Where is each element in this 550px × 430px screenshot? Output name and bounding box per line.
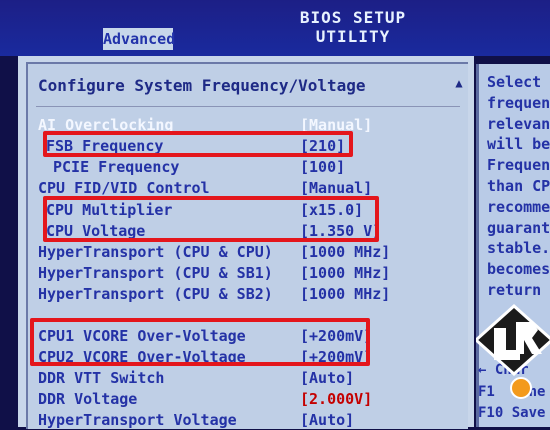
setting-row-hypertransport-cpu-cpu[interactable]: HyperTransport (CPU & CPU) [1000 MHz] [38, 242, 458, 262]
setting-label: DDR VTT Switch [38, 369, 165, 387]
setting-value[interactable]: [2.000V] [300, 389, 372, 409]
help-text: Select th frequency relevant will be a F… [487, 73, 550, 299]
setting-label: HyperTransport Voltage [38, 411, 237, 429]
divider [36, 106, 460, 107]
panel-heading: Configure System Frequency/Voltage [38, 76, 366, 95]
setting-value[interactable]: [100] [300, 157, 345, 177]
setting-row-ddr-vtt-switch[interactable]: DDR VTT Switch [Auto] [38, 368, 458, 388]
setting-value[interactable]: [1000 MHz] [300, 242, 390, 262]
highlight-box-fsb [43, 131, 353, 157]
setting-label: DDR Voltage [38, 390, 138, 408]
highlight-box-cpu-multiplier-voltage [43, 196, 379, 242]
setting-value[interactable]: [Manual] [300, 178, 372, 198]
setting-label: CPU FID/VID Control [38, 179, 210, 197]
setting-row-cpu-fid-vid-control[interactable]: CPU FID/VID Control [Manual] [38, 178, 458, 198]
title-bar: BIOS SETUP UTILITY Advanced [0, 0, 550, 56]
setting-value[interactable]: [Auto] [300, 368, 354, 388]
scroll-up-arrow-icon[interactable]: ▲ [452, 76, 466, 90]
setting-row-hypertransport-cpu-sb2[interactable]: HyperTransport (CPU & SB2) [1000 MHz] [38, 284, 458, 304]
setting-row-pcie-frequency[interactable]: PCIE Frequency [100] [38, 157, 458, 177]
setting-row-ddr-voltage[interactable]: DDR Voltage [2.000V] [38, 389, 458, 409]
setting-label: HyperTransport (CPU & SB1) [38, 264, 273, 282]
setting-row-hypertransport-voltage[interactable]: HyperTransport Voltage [Auto] [38, 410, 458, 430]
setting-value[interactable]: [1000 MHz] [300, 284, 390, 304]
setting-value[interactable]: [1000 MHz] [300, 263, 390, 283]
watermark-logo-icon [476, 303, 550, 399]
highlight-box-vcore-over-voltage [30, 318, 370, 366]
setting-label: HyperTransport (CPU & SB2) [38, 285, 273, 303]
tab-advanced[interactable]: Advanced [103, 28, 175, 50]
settings-panel-inner: Configure System Frequency/Voltage ▲ AI … [26, 62, 468, 429]
setting-row-hypertransport-cpu-sb1[interactable]: HyperTransport (CPU & SB1) [1000 MHz] [38, 263, 458, 283]
window-title: BIOS SETUP UTILITY [299, 8, 407, 46]
setting-value[interactable]: [Auto] [300, 410, 354, 430]
setting-label: HyperTransport (CPU & CPU) [38, 243, 273, 261]
setting-label: PCIE Frequency [53, 158, 180, 176]
